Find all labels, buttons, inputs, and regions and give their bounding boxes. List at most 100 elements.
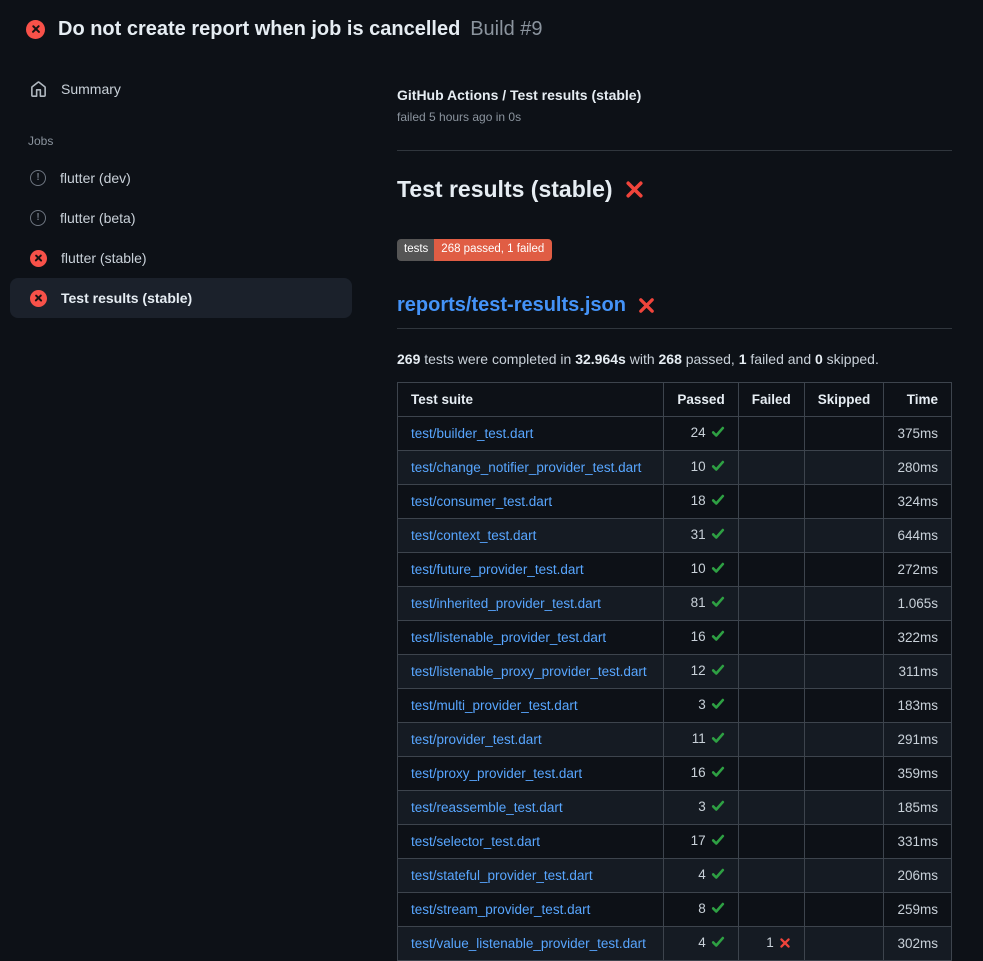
check-icon [711, 527, 725, 544]
table-row: test/context_test.dart31644ms [398, 518, 952, 552]
suite-link[interactable]: test/listenable_provider_test.dart [411, 630, 606, 645]
skipped-cell [804, 892, 884, 926]
failed-cell [738, 892, 804, 926]
suite-cell: test/builder_test.dart [398, 416, 664, 450]
suite-link[interactable]: test/stateful_provider_test.dart [411, 868, 593, 883]
suite-cell: test/consumer_test.dart [398, 484, 664, 518]
time-cell: 324ms [884, 484, 952, 518]
page-header: Do not create report when job is cancell… [0, 0, 983, 55]
suite-link[interactable]: test/consumer_test.dart [411, 494, 552, 509]
skipped-cell [804, 450, 884, 484]
skipped-cell [804, 586, 884, 620]
sidebar-item-test-results-stable[interactable]: Test results (stable) [10, 278, 352, 318]
job-label: flutter (dev) [60, 170, 131, 186]
results-table-body: test/builder_test.dart24375mstest/change… [398, 416, 952, 960]
main-content: GitHub Actions / Test results (stable) f… [380, 55, 983, 961]
suite-link[interactable]: test/future_provider_test.dart [411, 562, 584, 577]
check-icon [711, 663, 725, 680]
suite-link[interactable]: test/builder_test.dart [411, 426, 533, 441]
jobs-section-label: Jobs [0, 109, 380, 158]
suite-link[interactable]: test/provider_test.dart [411, 732, 542, 747]
passed-cell: 81 [664, 586, 738, 620]
results-table: Test suite Passed Failed Skipped Time te… [397, 382, 952, 961]
table-row: test/listenable_proxy_provider_test.dart… [398, 654, 952, 688]
time-cell: 183ms [884, 688, 952, 722]
time-cell: 322ms [884, 620, 952, 654]
time-cell: 359ms [884, 756, 952, 790]
report-file-link[interactable]: reports/test-results.json [397, 294, 626, 317]
table-row: test/listenable_provider_test.dart 16 322m… [398, 620, 952, 654]
summary-segment: failed and [747, 351, 816, 367]
passed-cell: 16 [664, 620, 738, 654]
passed-cell: 4 [664, 926, 738, 960]
sidebar-item-flutter-stable[interactable]: flutter (stable) [10, 238, 352, 278]
table-row: test/builder_test.dart24375ms [398, 416, 952, 450]
failed-cell: 1 [738, 926, 804, 960]
col-skipped: Skipped [804, 382, 884, 416]
build-number: Build #9 [470, 18, 542, 40]
failed-cell [738, 450, 804, 484]
suite-link[interactable]: test/selector_test.dart [411, 834, 540, 849]
sidebar-item-flutter-dev[interactable]: flutter (dev) [10, 158, 352, 198]
skipped-cell [804, 688, 884, 722]
table-row: test/value_listenable_provider_test.dart… [398, 926, 952, 960]
skipped-cell [804, 552, 884, 586]
jobs-list: flutter (dev) flutter (beta) flutter (stab… [0, 158, 380, 318]
suite-link[interactable]: test/context_test.dart [411, 528, 536, 543]
suite-link[interactable]: test/change_notifier_provider_test.dart [411, 460, 641, 475]
suite-link[interactable]: test/stream_provider_test.dart [411, 902, 590, 917]
job-label: flutter (beta) [60, 210, 135, 226]
alert-circle-icon [30, 210, 46, 226]
suite-link[interactable]: test/multi_provider_test.dart [411, 698, 578, 713]
check-icon [711, 935, 725, 952]
suite-link[interactable]: test/inherited_provider_test.dart [411, 596, 601, 611]
failed-cell [738, 790, 804, 824]
divider [397, 150, 952, 151]
skipped-cell [804, 790, 884, 824]
passed-cell: 4 [664, 858, 738, 892]
summary-segment: 269 [397, 351, 420, 367]
passed-cell: 24 [664, 416, 738, 450]
sidebar-item-flutter-beta[interactable]: flutter (beta) [10, 198, 352, 238]
sidebar-item-summary[interactable]: Summary [10, 69, 352, 109]
time-cell: 185ms [884, 790, 952, 824]
table-row: test/stream_provider_test.dart8259ms [398, 892, 952, 926]
skipped-cell [804, 654, 884, 688]
report-file-heading: reports/test-results.json [397, 294, 952, 329]
failed-cell [738, 416, 804, 450]
time-cell: 1.065s [884, 586, 952, 620]
table-row: test/multi_provider_test.dart3183ms [398, 688, 952, 722]
skipped-cell [804, 416, 884, 450]
badge-value: 268 passed, 1 failed [434, 239, 552, 261]
section-title-text: Test results (stable) [397, 176, 613, 203]
suite-link[interactable]: test/reassemble_test.dart [411, 800, 563, 815]
table-row: test/future_provider_test.dart10272ms [398, 552, 952, 586]
suite-link[interactable]: test/value_listenable_provider_test.dart [411, 936, 646, 951]
failed-cell [738, 518, 804, 552]
run-title: Do not create report when job is cancell… [58, 18, 460, 40]
tests-status-badge: tests 268 passed, 1 failed [397, 239, 552, 261]
summary-segment: 1 [739, 351, 747, 367]
failed-cell [738, 756, 804, 790]
suite-cell: test/multi_provider_test.dart [398, 688, 664, 722]
time-cell: 280ms [884, 450, 952, 484]
summary-segment: 32.964s [575, 351, 626, 367]
skipped-cell [804, 518, 884, 552]
table-row: test/stateful_provider_test.dart4206ms [398, 858, 952, 892]
skipped-cell [804, 858, 884, 892]
suite-link[interactable]: test/listenable_proxy_provider_test.dart [411, 664, 647, 679]
suite-link[interactable]: test/proxy_provider_test.dart [411, 766, 582, 781]
failed-x-icon [624, 179, 645, 200]
failed-cell [738, 722, 804, 756]
check-icon [711, 731, 725, 748]
passed-cell: 10 [664, 450, 738, 484]
col-failed: Failed [738, 382, 804, 416]
suite-cell: test/stateful_provider_test.dart [398, 858, 664, 892]
check-icon [711, 493, 725, 510]
check-icon [711, 697, 725, 714]
failed-cell [738, 858, 804, 892]
col-time: Time [884, 382, 952, 416]
sidebar: Summary Jobs flutter (dev) flutter (beta)… [0, 55, 380, 318]
check-icon [711, 629, 725, 646]
check-icon [711, 901, 725, 918]
